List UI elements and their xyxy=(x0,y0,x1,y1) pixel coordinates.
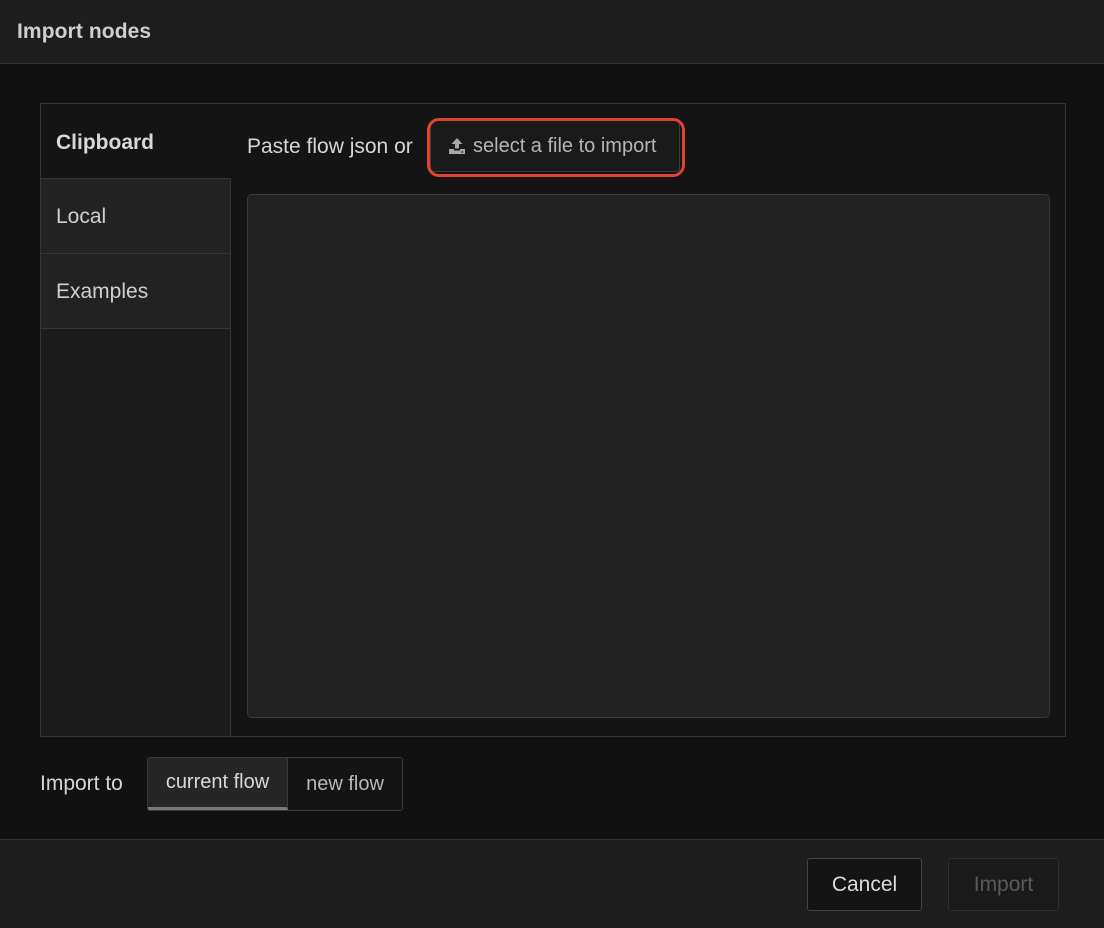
current-flow-label: current flow xyxy=(165,771,270,793)
tab-clipboard-label: Clipboard xyxy=(56,131,154,154)
tab-examples[interactable]: Examples xyxy=(41,254,230,329)
tab-local-label: Local xyxy=(56,205,107,228)
import-to-label: Import to xyxy=(40,772,123,795)
dialog-title: Import nodes xyxy=(17,20,152,43)
import-source-tabs: Clipboard Local Examples xyxy=(41,104,231,736)
clipboard-tab-content: Paste flow json or select a file to impo… xyxy=(231,104,1065,736)
current-flow-toggle[interactable]: current flow xyxy=(148,758,288,810)
tab-clipboard[interactable]: Clipboard xyxy=(41,104,231,179)
upload-icon xyxy=(449,138,465,154)
tab-local[interactable]: Local xyxy=(41,179,230,254)
import-panel: Clipboard Local Examples Paste flow json… xyxy=(40,103,1066,737)
import-button[interactable]: Import xyxy=(948,858,1059,911)
cancel-button[interactable]: Cancel xyxy=(807,858,922,911)
flow-json-textarea[interactable] xyxy=(247,194,1050,718)
new-flow-toggle[interactable]: new flow xyxy=(288,758,402,810)
dialog-titlebar: Import nodes xyxy=(0,0,1104,64)
new-flow-label: new flow xyxy=(306,772,384,795)
select-file-button[interactable]: select a file to import xyxy=(430,120,680,172)
dialog-footer: Cancel Import xyxy=(0,839,1104,928)
paste-flow-label: Paste flow json or xyxy=(247,135,413,158)
import-nodes-dialog: Import nodes Clipboard Local Examples Pa… xyxy=(0,0,1104,928)
import-target-toggle: current flow new flow xyxy=(147,757,403,811)
select-file-label: select a file to import xyxy=(473,134,657,157)
tab-examples-label: Examples xyxy=(56,280,149,303)
